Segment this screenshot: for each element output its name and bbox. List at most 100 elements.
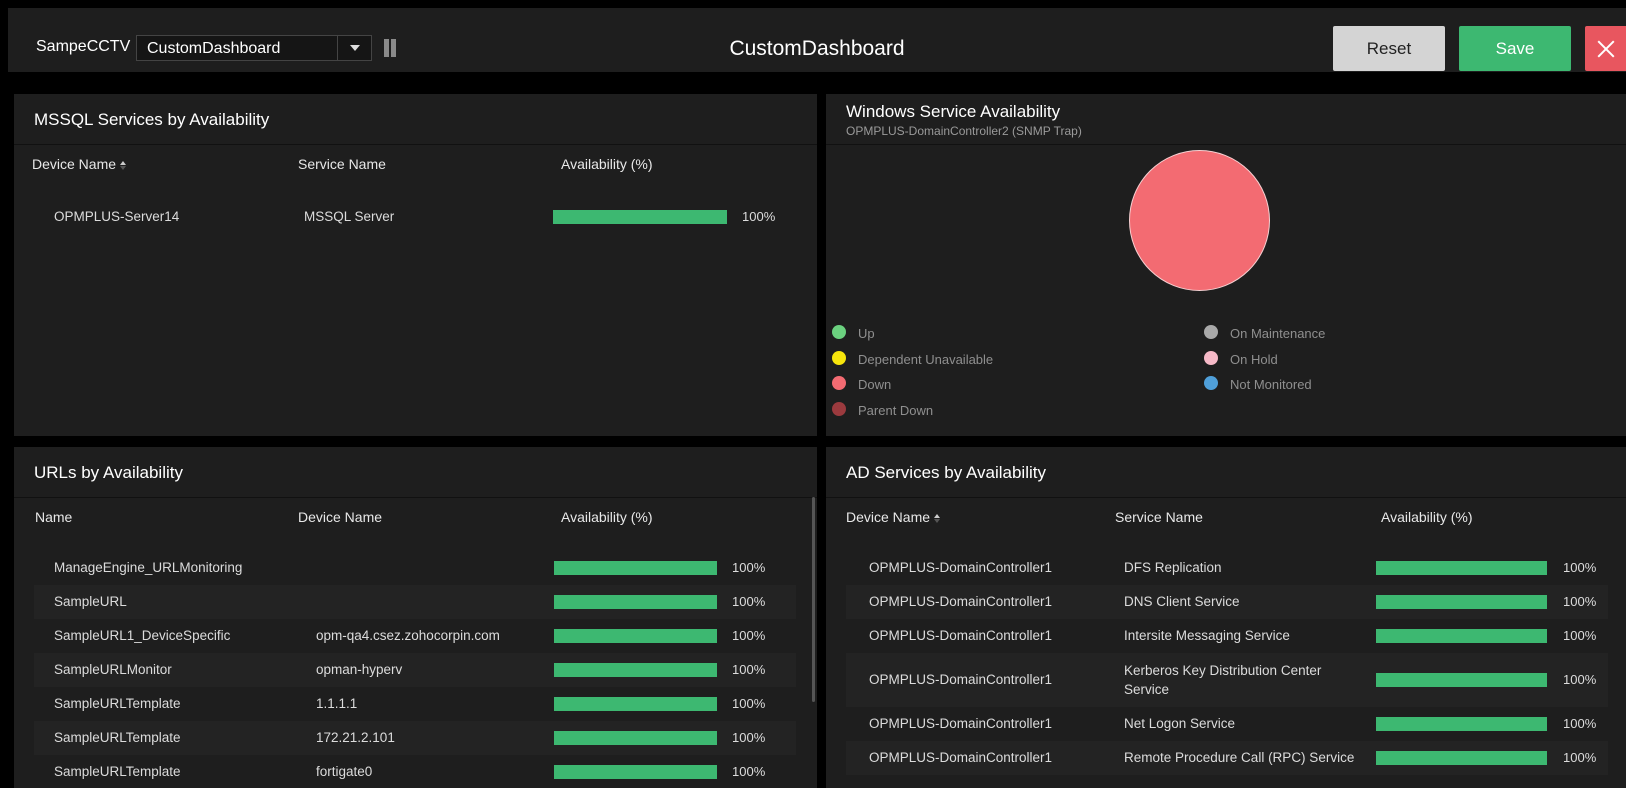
widget-title: MSSQL Services by Availability (34, 110, 270, 129)
column-header-service-name[interactable]: Service Name (1115, 509, 1203, 525)
widget-title: URLs by Availability (34, 463, 183, 482)
availability-bar (553, 210, 727, 224)
availability-bar (1376, 751, 1547, 765)
widget-subtitle: OPMPLUS-DomainController2 (SNMP Trap) (846, 124, 1082, 138)
widget-header: AD Services by Availability (826, 447, 1626, 498)
table-row[interactable]: OPMPLUS-DomainController1 DNS Client Ser… (846, 585, 1608, 619)
table-row[interactable]: OPMPLUS-DomainController1 DFS Replicatio… (846, 551, 1608, 585)
availability-value: 100% (732, 594, 766, 609)
table-row[interactable]: OPMPLUS-DomainController1 Intersite Mess… (846, 619, 1608, 653)
device-name-cell[interactable]: OPMPLUS-DomainController1 (869, 716, 1052, 731)
service-name-cell: DFS Replication (1124, 560, 1222, 575)
url-name-cell[interactable]: SampleURLTemplate (54, 696, 181, 711)
availability-bar (554, 765, 717, 779)
widget-header: URLs by Availability (14, 447, 817, 498)
availability-bar (1376, 673, 1547, 687)
column-header-availability[interactable]: Availability (%) (561, 509, 653, 525)
table-row[interactable]: SampleURL1_DeviceSpecific opm-qa4.csez.z… (34, 619, 796, 653)
sort-icon[interactable] (934, 514, 940, 523)
availability-value: 100% (742, 209, 776, 224)
device-name-cell: 1.1.1.1 (316, 696, 358, 711)
column-header-service-name[interactable]: Service Name (298, 156, 386, 172)
widget-header: Windows Service Availability OPMPLUS-Dom… (826, 94, 1626, 145)
availability-bar (554, 663, 717, 677)
table-row[interactable]: SampleURLTemplate 172.21.2.101 100% (34, 721, 796, 755)
device-name-cell: 172.21.2.101 (316, 730, 395, 745)
availability-bar (1376, 629, 1547, 643)
table-row[interactable]: SampleURLMonitor opman-hyperv 100% (34, 653, 796, 687)
widget-header: MSSQL Services by Availability (14, 94, 817, 145)
pie-slice-down[interactable] (1129, 150, 1270, 291)
availability-bar (554, 595, 717, 609)
url-name-cell[interactable]: ManageEngine_URLMonitoring (54, 560, 242, 575)
availability-bar (554, 697, 717, 711)
legend-dot (832, 325, 846, 339)
availability-value: 100% (1563, 672, 1597, 687)
url-name-cell[interactable]: SampleURLTemplate (54, 730, 181, 745)
url-name-cell[interactable]: SampleURLMonitor (54, 662, 172, 677)
ad-services-widget: AD Services by Availability Device Name … (826, 447, 1626, 788)
service-name-cell: DNS Client Service (1124, 594, 1240, 609)
table-row[interactable]: SampleURL 100% (34, 585, 796, 619)
table-row[interactable]: OPMPLUS-DomainController1 Kerberos Key D… (846, 653, 1608, 707)
availability-value: 100% (1563, 716, 1597, 731)
service-name-cell: Intersite Messaging Service (1124, 628, 1290, 643)
column-header-availability[interactable]: Availability (%) (1381, 509, 1473, 525)
mssql-widget: MSSQL Services by Availability Device Na… (14, 94, 817, 436)
availability-value: 100% (732, 628, 766, 643)
availability-bar (1376, 561, 1547, 575)
column-header-name[interactable]: Name (35, 509, 72, 525)
urls-widget: URLs by Availability Name Device Name Av… (14, 447, 817, 788)
availability-bar (1376, 595, 1547, 609)
availability-bar (554, 629, 717, 643)
device-name-cell[interactable]: OPMPLUS-DomainController1 (869, 672, 1052, 687)
service-name-cell: Kerberos Key Distribution Center Service (1124, 663, 1322, 697)
table-row[interactable]: ManageEngine_URLMonitoring 100% (34, 551, 796, 585)
availability-bar (554, 561, 717, 575)
dashboard-toolbar: SampeCCTV CustomDashboard CustomDashboar… (8, 8, 1626, 72)
availability-value: 100% (1563, 560, 1597, 575)
table-row[interactable]: OPMPLUS-Server14 MSSQL Server 100% (34, 200, 796, 234)
device-name-cell[interactable]: OPMPLUS-Server14 (54, 209, 179, 224)
device-name-cell[interactable]: OPMPLUS-DomainController1 (869, 750, 1052, 765)
column-header-availability[interactable]: Availability (%) (561, 156, 653, 172)
availability-value: 100% (1563, 628, 1597, 643)
availability-value: 100% (732, 560, 766, 575)
table-row[interactable]: SampleURLTemplate 1.1.1.1 100% (34, 687, 796, 721)
availability-bar (554, 731, 717, 745)
table-row[interactable]: OPMPLUS-DomainController1 Remote Procedu… (846, 741, 1608, 775)
save-button[interactable]: Save (1459, 26, 1571, 71)
url-name-cell[interactable]: SampleURL (54, 594, 127, 609)
service-name-cell: Net Logon Service (1124, 716, 1236, 731)
table-row[interactable]: SampleURLTemplate fortigate0 100% (34, 755, 796, 788)
table-row[interactable]: OPMPLUS-DomainController1 Net Logon Serv… (846, 707, 1608, 741)
device-name-cell: opman-hyperv (316, 662, 403, 677)
column-header-device-name[interactable]: Device Name (32, 156, 126, 172)
url-name-cell[interactable]: SampleURLTemplate (54, 764, 181, 779)
device-name-cell: fortigate0 (316, 764, 373, 779)
legend-dot (832, 351, 846, 365)
availability-value: 100% (732, 730, 766, 745)
service-name-cell: Remote Procedure Call (RPC) Service (1124, 750, 1355, 765)
availability-value: 100% (1563, 750, 1597, 765)
close-icon[interactable] (1585, 26, 1626, 71)
device-name-cell: opm-qa4.csez.zohocorpin.com (316, 628, 500, 643)
column-header-device-name[interactable]: Device Name (846, 509, 940, 525)
widget-title: AD Services by Availability (846, 463, 1046, 482)
legend-dot (832, 402, 846, 416)
availability-value: 100% (1563, 594, 1597, 609)
legend-dot (1204, 351, 1218, 365)
reset-button[interactable]: Reset (1333, 26, 1445, 71)
windows-service-widget: Windows Service Availability OPMPLUS-Dom… (826, 94, 1626, 436)
device-name-cell[interactable]: OPMPLUS-DomainController1 (869, 560, 1052, 575)
sort-icon[interactable] (120, 161, 126, 170)
device-name-cell[interactable]: OPMPLUS-DomainController1 (869, 628, 1052, 643)
widget-title: Windows Service Availability (846, 102, 1061, 121)
availability-value: 100% (732, 662, 766, 677)
legend-dot (832, 376, 846, 390)
vertical-scrollbar[interactable] (812, 497, 815, 702)
column-header-device-name[interactable]: Device Name (298, 509, 382, 525)
legend-dot (1204, 376, 1218, 390)
url-name-cell[interactable]: SampleURL1_DeviceSpecific (54, 628, 230, 643)
device-name-cell[interactable]: OPMPLUS-DomainController1 (869, 594, 1052, 609)
